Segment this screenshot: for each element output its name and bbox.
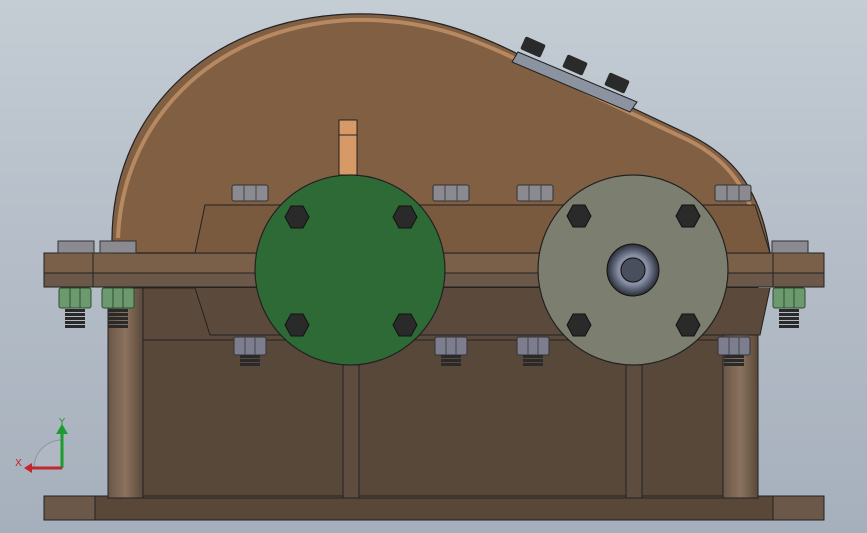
top-nut — [231, 184, 269, 202]
flange-bolt — [772, 287, 806, 329]
top-nut — [714, 184, 752, 202]
y-axis-label: Y — [58, 417, 66, 428]
green-bearing-cap[interactable] — [254, 174, 446, 366]
3d-model-viewport[interactable]: Y X — [0, 0, 867, 533]
coordinate-triad: Y X — [15, 417, 68, 473]
gearbox-model[interactable]: Y X — [0, 0, 867, 533]
vent-plug[interactable] — [338, 119, 358, 176]
flange-bolt — [58, 287, 92, 329]
gray-bearing-cap[interactable] — [537, 174, 729, 366]
x-axis-label: X — [15, 458, 22, 469]
top-nut — [432, 184, 470, 202]
base-foot-plate[interactable] — [43, 495, 825, 521]
left-rib — [342, 364, 360, 499]
right-rib — [625, 364, 643, 499]
top-nut — [516, 184, 554, 202]
